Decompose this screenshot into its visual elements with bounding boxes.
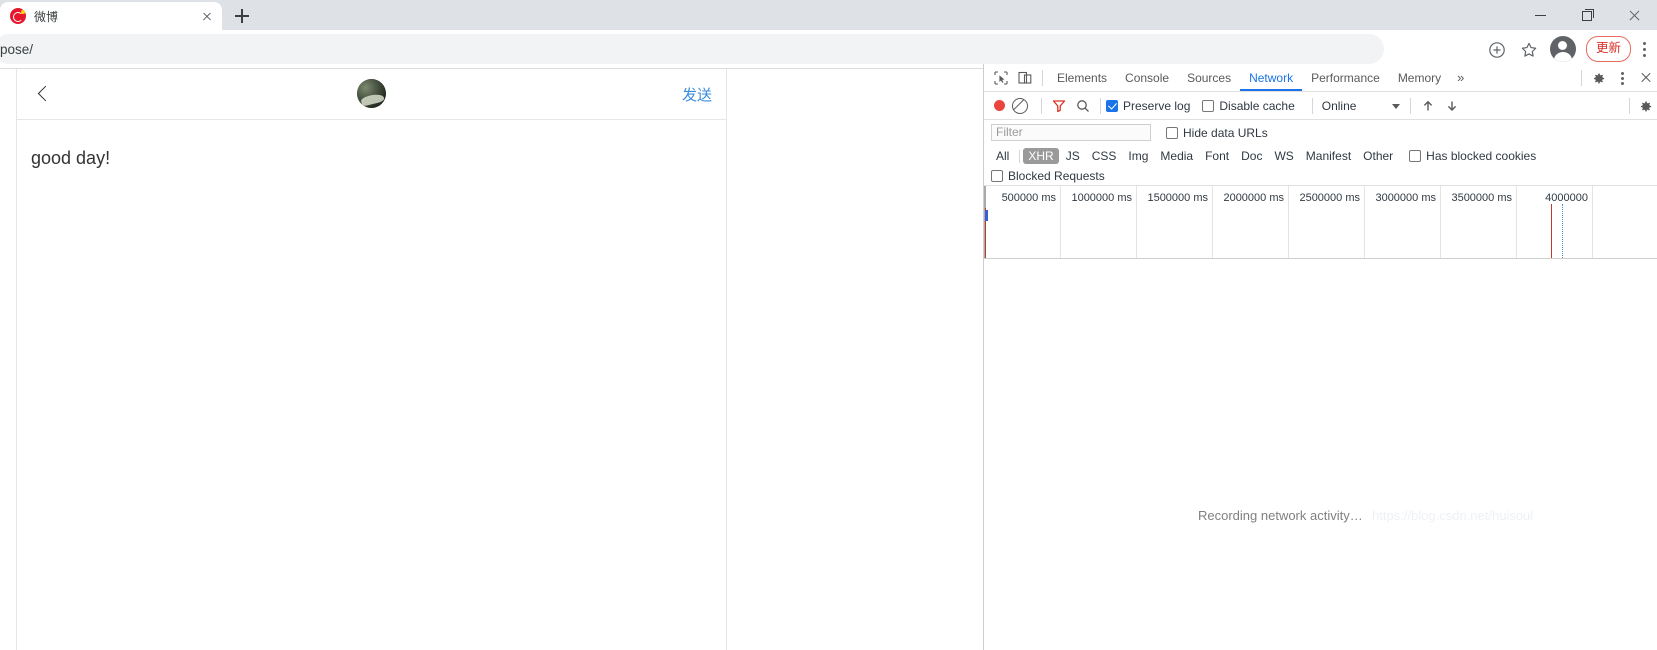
weibo-logo-icon <box>10 8 26 24</box>
avatar[interactable] <box>357 79 386 108</box>
timeline-request-bar <box>985 210 988 221</box>
network-filter-row: Filter Hide data URLs <box>984 120 1657 145</box>
export-har-icon[interactable] <box>1440 94 1464 118</box>
filter-other[interactable]: Other <box>1358 148 1398 164</box>
timeline-tick-7: 4000000 <box>1518 192 1588 204</box>
window-controls <box>1519 0 1657 30</box>
chevron-down-icon <box>1392 104 1400 109</box>
weibo-compose-page: 发送 good day! <box>16 69 727 650</box>
settings-gear-icon[interactable] <box>1587 66 1609 90</box>
timeline-tick-3: 2000000 ms <box>1214 192 1284 204</box>
new-tab-button[interactable] <box>230 4 254 28</box>
clear-icon[interactable] <box>1012 98 1028 114</box>
update-button[interactable]: 更新 <box>1586 36 1631 62</box>
close-icon[interactable] <box>198 7 216 25</box>
recording-status-text: Recording network activity… <box>1198 508 1363 523</box>
filter-doc[interactable]: Doc <box>1236 148 1267 164</box>
filter-media[interactable]: Media <box>1155 148 1198 164</box>
import-har-icon[interactable] <box>1416 94 1440 118</box>
search-icon[interactable] <box>1071 94 1095 118</box>
disable-cache-label: Disable cache <box>1219 99 1294 113</box>
omnibox-actions: 更新 <box>1481 30 1657 68</box>
blocked-requests-label: Blocked Requests <box>1008 169 1105 183</box>
filter-ws[interactable]: WS <box>1269 148 1298 164</box>
filter-funnel-icon[interactable] <box>1047 94 1071 118</box>
address-bar[interactable]: pose/ <box>0 34 1384 64</box>
preserve-log-label: Preserve log <box>1123 99 1190 113</box>
filter-css[interactable]: CSS <box>1087 148 1122 164</box>
throttling-value: Online <box>1322 99 1357 113</box>
record-icon[interactable] <box>994 100 1005 111</box>
star-icon[interactable] <box>1513 30 1545 68</box>
disable-cache-checkbox[interactable] <box>1202 100 1214 112</box>
tab-sources[interactable]: Sources <box>1178 65 1240 91</box>
timeline-tick-0: 500000 ms <box>986 192 1056 204</box>
devtools-panel: Elements Console Sources Network Perform… <box>983 64 1657 650</box>
tab-strip: 微博 <box>0 0 1657 30</box>
tab-performance[interactable]: Performance <box>1302 65 1389 91</box>
profile-avatar[interactable] <box>1550 36 1576 62</box>
timeline-tick-6: 3500000 ms <box>1442 192 1512 204</box>
page-viewport: 发送 good day! <box>0 69 983 650</box>
filter-xhr[interactable]: XHR <box>1023 148 1058 164</box>
search-input[interactable]: Filter <box>991 124 1151 141</box>
filter-img[interactable]: Img <box>1123 148 1153 164</box>
install-icon[interactable] <box>1481 30 1513 68</box>
resource-type-filters: All XHR JS CSS Img Media Font Doc WS Man… <box>984 145 1657 167</box>
timeline-tick-2: 1500000 ms <box>1138 192 1208 204</box>
network-toolbar: Preserve log Disable cache Online <box>984 92 1657 120</box>
blocked-requests-checkbox[interactable] <box>991 170 1003 182</box>
inspect-element-icon[interactable] <box>989 66 1013 90</box>
send-button[interactable]: 发送 <box>682 84 712 105</box>
devtools-more-options-icon[interactable] <box>1609 66 1635 90</box>
filter-font[interactable]: Font <box>1200 148 1234 164</box>
blocked-requests-row: Blocked Requests <box>984 167 1657 186</box>
minimize-icon[interactable] <box>1519 0 1565 30</box>
browser-tab[interactable]: 微博 <box>0 2 222 30</box>
network-request-list[interactable]: Recording network activity… https://blog… <box>984 259 1657 579</box>
device-toolbar-icon[interactable] <box>1013 66 1037 90</box>
network-toolbar-right <box>1624 94 1657 118</box>
timeline-dcl-marker <box>1562 204 1564 258</box>
tab-console[interactable]: Console <box>1116 65 1178 91</box>
address-bar-text: pose/ <box>0 42 33 57</box>
compose-textarea-value[interactable]: good day! <box>31 146 712 170</box>
tab-elements[interactable]: Elements <box>1048 65 1116 91</box>
timeline-tick-4: 2500000 ms <box>1290 192 1360 204</box>
devtools-tabbar: Elements Console Sources Network Perform… <box>984 64 1657 92</box>
weibo-header: 发送 <box>17 69 726 120</box>
has-blocked-cookies-label: Has blocked cookies <box>1426 149 1536 163</box>
filter-js[interactable]: JS <box>1061 148 1085 164</box>
network-timeline-overview[interactable]: 500000 ms 1000000 ms 1500000 ms 2000000 … <box>984 186 1657 259</box>
tab-memory[interactable]: Memory <box>1389 65 1450 91</box>
tab-title: 微博 <box>34 8 198 25</box>
throttling-select[interactable]: Online <box>1322 99 1401 113</box>
hide-data-urls-checkbox[interactable] <box>1166 127 1178 139</box>
weibo-compose-body[interactable]: good day! <box>17 120 726 170</box>
network-settings-gear-icon[interactable] <box>1635 94 1657 118</box>
maximize-icon[interactable] <box>1565 0 1611 30</box>
back-icon[interactable] <box>31 82 55 106</box>
filter-all[interactable]: All <box>991 148 1014 164</box>
filter-manifest[interactable]: Manifest <box>1301 148 1356 164</box>
preserve-log-checkbox[interactable] <box>1106 100 1118 112</box>
hide-data-urls-label: Hide data URLs <box>1183 126 1268 140</box>
timeline-tick-5: 3000000 ms <box>1366 192 1436 204</box>
devtools-toolbar-right <box>1576 66 1657 90</box>
more-tabs-icon[interactable]: » <box>1450 70 1471 85</box>
tab-network[interactable]: Network <box>1240 65 1302 91</box>
has-blocked-cookies-checkbox[interactable] <box>1409 150 1421 162</box>
timeline-tick-1: 1000000 ms <box>1062 192 1132 204</box>
watermark-text: https://blog.csdn.net/huisoul <box>1372 508 1533 523</box>
chrome-menu-icon[interactable] <box>1631 30 1657 68</box>
close-devtools-icon[interactable] <box>1635 66 1657 90</box>
close-window-icon[interactable] <box>1611 0 1657 30</box>
browser-window: 微博 pose/ 更新 <box>0 0 1657 650</box>
timeline-load-marker <box>1551 204 1552 258</box>
